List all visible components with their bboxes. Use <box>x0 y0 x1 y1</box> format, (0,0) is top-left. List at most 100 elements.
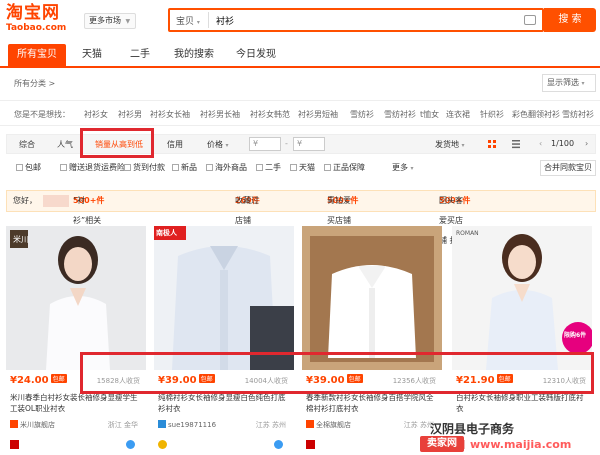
tab-tmall[interactable]: 天猫 <box>70 44 114 66</box>
watermark-logo: 卖家网 <box>420 436 464 452</box>
prev-page-icon[interactable]: ‹ <box>539 139 542 148</box>
filter-tmall[interactable]: 天猫 <box>290 162 315 173</box>
username-blurred <box>43 195 69 207</box>
tab-bar: 所有宝贝 天猫 二手 我的搜索 今日发现 <box>0 44 600 68</box>
product-title[interactable]: 春季新款衬衫女长袖修身百搭学院风全棉衬衫打底衬衣 <box>306 392 440 414</box>
tab-my-search[interactable]: 我的搜索 <box>166 44 222 66</box>
notice-greeting: 您好， <box>13 196 37 205</box>
location: 浙江 金华 <box>107 421 138 429</box>
product-card[interactable]: ¥39.00 包邮 12356人收货 春季新款衬衫女长袖修身百搭学院风全棉衬衫打底… <box>302 226 442 452</box>
filter-cod[interactable]: 货到付款 <box>124 162 165 173</box>
product-image[interactable]: 南极人 <box>154 226 294 370</box>
suggestion-term[interactable]: 雪纺衫 <box>350 109 374 120</box>
watermark-banner: 卖家网 www.maijia.com <box>418 436 600 454</box>
tab-today-discover[interactable]: 今日发现 <box>228 44 284 66</box>
product-image[interactable]: ROMAN 限购6件 <box>452 226 592 370</box>
market-dropdown[interactable]: 更多市场 ▼ <box>84 13 136 29</box>
shop-notice-bar: 您好， “衬衫”相关的全店：购买过店铺 找到 500+件 收藏过店铺 找到 26… <box>6 190 596 305</box>
watermark-text: 汉阴县电子商务 <box>430 422 515 436</box>
tmall-icon <box>10 440 19 449</box>
product-image[interactable]: 米川 <box>6 226 146 370</box>
sort-credit[interactable]: 信用 <box>167 139 183 150</box>
brand-logo: ROMAN <box>456 230 479 237</box>
top-header: 淘宝网 Taobao.com 更多市场 ▼ 宝贝 ▾ 衬衫 搜 索 <box>0 0 600 44</box>
page-indicator: 1/100 <box>551 139 575 148</box>
price-min-input[interactable]: ¥ <box>249 137 281 151</box>
camera-icon[interactable] <box>524 15 536 25</box>
suggestion-term[interactable]: 连衣裙 <box>446 109 470 120</box>
watermark-url: www.maijia.com <box>470 438 572 451</box>
divider <box>208 12 209 28</box>
notice-purchased[interactable]: “衬衫”相关的全店：购买过店铺 找到 500+件 <box>73 191 104 305</box>
ship-from-select[interactable]: 发货地 ▾ <box>435 139 465 150</box>
product-image[interactable] <box>302 226 442 370</box>
search-button[interactable]: 搜 索 <box>544 8 596 32</box>
filter-second-hand[interactable]: 二手 <box>256 162 281 173</box>
sort-popularity[interactable]: 人气 <box>57 139 73 150</box>
search-category[interactable]: 宝贝 ▾ <box>176 14 200 27</box>
tab-all[interactable]: 所有宝贝 <box>8 44 66 66</box>
suggestion-term[interactable]: 针织衫 <box>480 109 504 120</box>
crown-icon <box>158 440 167 449</box>
suggestion-term[interactable]: 雪纺衬衫 <box>384 109 416 120</box>
sort-price[interactable]: 价格 ▾ <box>207 139 229 150</box>
suggestion-label: 您是不是想找： <box>14 110 70 119</box>
sort-default[interactable]: 综合 <box>19 139 35 150</box>
shop-name[interactable]: 米川旗舰店 <box>10 420 55 430</box>
suggestion-term[interactable]: 雪纺衬衫 <box>562 109 594 120</box>
notice-favorited[interactable]: 收藏过店铺 找到 269件 <box>235 191 260 245</box>
suggestion-term[interactable]: 衬衫女长袖 <box>150 109 190 120</box>
search-box[interactable]: 宝贝 ▾ 衬衫 <box>168 8 544 32</box>
notice-vip[interactable]: 青钻爱买店铺 找到 500+件 <box>327 191 358 245</box>
filter-free-shipping[interactable]: 包邮 <box>16 162 41 173</box>
promo-badge: 限购6件 <box>564 332 587 339</box>
breadcrumb[interactable]: 所有分类 > <box>14 78 55 89</box>
filter-overseas[interactable]: 海外商品 <box>206 162 247 173</box>
filter-more[interactable]: 更多 ▾ <box>392 162 414 173</box>
product-title[interactable]: 纯棉衬衫女长袖修身显瘦白色纯色打底衫衬衣 <box>158 392 292 414</box>
filter-genuine[interactable]: 正品保障 <box>324 162 365 173</box>
market-label: 更多市场 <box>89 16 121 25</box>
shop-name[interactable]: 全棉旗舰店 <box>306 420 351 430</box>
filter-new[interactable]: 新品 <box>172 162 197 173</box>
brand-tag: 米川 <box>13 235 29 244</box>
suggestion-term[interactable]: t恤女 <box>420 109 439 120</box>
list-view-icon[interactable] <box>509 137 523 151</box>
brand-logo: 南极人 <box>156 229 177 237</box>
product-card[interactable]: ROMAN 限购6件 ¥21.90 包邮 12310人收货 白衬衫女长袖修身职业工… <box>452 226 592 452</box>
display-filter-select[interactable]: 显示筛选 ▾ <box>542 74 596 92</box>
suggestion-term[interactable]: 衬衫男 <box>118 109 142 120</box>
product-card[interactable]: 米川 ¥24.00 包邮 15828人收货 米川春季白衬衫女装长袖修身显瘦学生工装… <box>6 226 146 452</box>
grid-view-icon[interactable] <box>485 137 499 151</box>
price-max-input[interactable]: ¥ <box>293 137 325 151</box>
suggestion-term[interactable]: 彩色翻领衬衫 <box>512 109 560 120</box>
chevron-down-icon: ▼ <box>125 18 131 25</box>
location: 江苏 苏州 <box>255 421 286 429</box>
logo-domain: Taobao.com <box>6 23 67 33</box>
tmall-icon <box>306 440 315 449</box>
logo-text: 淘宝网 <box>6 3 60 23</box>
next-page-icon[interactable]: › <box>585 139 588 148</box>
price-dash: - <box>285 139 288 148</box>
notice-returning[interactable]: 回头客爱买店铺 找到 500+件 <box>439 191 470 245</box>
highlight-box-sales-sort <box>80 128 154 158</box>
product-card[interactable]: 南极人 ¥39.00 包邮 14004人收货 纯棉衬衫女长袖修身显瘦白色纯色打底衫… <box>154 226 294 452</box>
product-title[interactable]: 米川春季白衬衫女装长袖修身显瘦学生工装OL职业衬衣 <box>10 392 144 414</box>
filter-bar: 包邮 赠送退货运费险 货到付款 新品 海外商品 二手 天猫 正品保障 更多 ▾ … <box>6 160 596 176</box>
suggestion-term[interactable]: 衬衫女 <box>84 109 108 120</box>
wangwang-icon[interactable] <box>274 440 283 449</box>
merge-same-toggle[interactable]: 合并同款宝贝 <box>540 160 596 176</box>
search-input[interactable]: 衬衫 <box>216 14 234 27</box>
suggestion-row: 您是不是想找： 衬衫女 衬衫男 衬衫女长袖 衬衫男长袖 衬衫女韩范 衬衫男短袖 … <box>0 100 600 126</box>
wangwang-icon[interactable] <box>126 440 135 449</box>
product-price: ¥24.00 包邮 <box>10 374 67 386</box>
suggestion-term[interactable]: 衬衫女韩范 <box>250 109 290 120</box>
highlight-box-sales-count <box>80 352 594 394</box>
tab-second-hand[interactable]: 二手 <box>118 44 162 66</box>
product-title[interactable]: 白衬衫女长袖修身职业工装韩版打底衬衣 <box>456 392 590 414</box>
suggestion-term[interactable]: 衬衫男长袖 <box>200 109 240 120</box>
suggestion-term[interactable]: 衬衫男短袖 <box>298 109 338 120</box>
filter-return-insurance[interactable]: 赠送退货运费险 <box>60 162 125 173</box>
taobao-logo[interactable]: 淘宝网 Taobao.com <box>6 4 78 38</box>
shop-name[interactable]: sue19871116 <box>158 420 216 429</box>
